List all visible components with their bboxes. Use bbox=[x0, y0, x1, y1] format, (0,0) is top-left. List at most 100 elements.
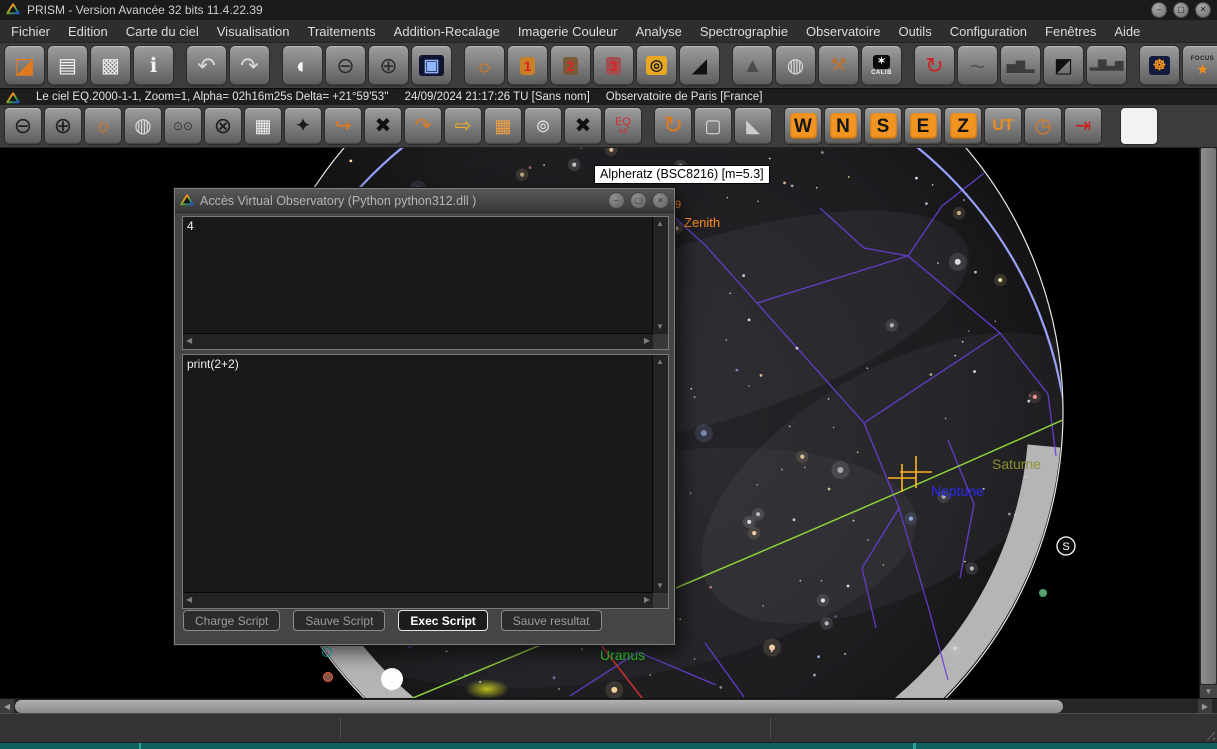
camera-3-button[interactable]: 3 bbox=[593, 45, 634, 86]
scroll-down-icon[interactable]: ▼ bbox=[656, 323, 664, 331]
info-button[interactable]: ℹ bbox=[133, 45, 174, 86]
resize-grip[interactable] bbox=[1203, 728, 1215, 740]
dialog-close-button[interactable]: ✕ bbox=[652, 192, 669, 209]
menu-visualisation[interactable]: Visualisation bbox=[208, 20, 299, 42]
menu-carte-du-ciel[interactable]: Carte du ciel bbox=[117, 20, 208, 42]
redo-button[interactable]: ↷ bbox=[229, 45, 270, 86]
open-image-button[interactable]: ◪ bbox=[4, 45, 45, 86]
scroll-right-icon[interactable]: ▶ bbox=[644, 596, 650, 604]
direction-east-button[interactable]: E bbox=[904, 107, 942, 145]
sky-eq-az-button[interactable]: EQAZ bbox=[604, 107, 642, 145]
undo-button[interactable]: ↶ bbox=[186, 45, 227, 86]
script-input-area[interactable]: print(2+2) ▲ ▼ ◀ ▶ bbox=[182, 354, 669, 609]
direction-west-button[interactable]: W bbox=[784, 107, 822, 145]
menu-aide[interactable]: Aide bbox=[1105, 20, 1149, 42]
charge-script-button[interactable]: Charge Script bbox=[183, 610, 280, 631]
sky-compute-button[interactable]: ☼ bbox=[84, 107, 122, 145]
scroll-down-icon[interactable]: ▼ bbox=[1200, 685, 1217, 698]
save-button[interactable]: ▤ bbox=[47, 45, 88, 86]
sky-vertical-scrollbar-thumb[interactable] bbox=[1201, 148, 1216, 684]
universal-time-button[interactable]: UT bbox=[984, 107, 1022, 145]
sky-flip-button[interactable]: ↪ bbox=[324, 107, 362, 145]
menu-configuration[interactable]: Configuration bbox=[941, 20, 1036, 42]
scroll-up-icon[interactable]: ▲ bbox=[656, 358, 664, 366]
scroll-left-icon[interactable]: ◀ bbox=[186, 337, 192, 345]
scroll-down-icon[interactable]: ▼ bbox=[656, 582, 664, 590]
script-output-area[interactable]: 4 ▲ ▼ ◀ ▶ bbox=[182, 216, 669, 350]
color-swatch[interactable] bbox=[1120, 107, 1158, 145]
star-globe-button[interactable]: ◍ bbox=[775, 45, 816, 86]
menu-spectrographie[interactable]: Spectrographie bbox=[691, 20, 797, 42]
sky-zoom-in-button[interactable]: ⊕ bbox=[44, 107, 82, 145]
menu-edition[interactable]: Edition bbox=[59, 20, 117, 42]
image-operations-button[interactable]: ▩ bbox=[90, 45, 131, 86]
calib-button[interactable]: ✶CALIB bbox=[861, 45, 902, 86]
sky-search-button[interactable]: ⊙⊙ bbox=[164, 107, 202, 145]
output-vertical-scrollbar[interactable]: ▲ ▼ bbox=[652, 217, 668, 334]
sky-vertical-scrollbar[interactable]: ▼ bbox=[1199, 148, 1217, 698]
contrast-button[interactable]: ◐ bbox=[282, 45, 323, 86]
sky-measure-button[interactable]: ◣ bbox=[734, 107, 772, 145]
menu-fichier[interactable]: Fichier bbox=[2, 20, 59, 42]
curve-button[interactable]: ~ bbox=[957, 45, 998, 86]
dialog-minimize-button[interactable]: – bbox=[608, 192, 625, 209]
zoom-out-button[interactable]: ⊖ bbox=[325, 45, 366, 86]
scroll-right-icon[interactable]: ▶ bbox=[644, 337, 650, 345]
scroll-left-icon[interactable]: ◀ bbox=[186, 596, 192, 604]
tools-wrench-button[interactable]: ⚒ bbox=[818, 45, 859, 86]
sky-zoom-out-button[interactable]: ⊖ bbox=[4, 107, 42, 145]
histogram-profile-button[interactable]: ▂▇▃▆ bbox=[1086, 45, 1127, 86]
sky-center-button[interactable]: ✖ bbox=[364, 107, 402, 145]
window-titlebar[interactable]: PRISM - Version Avancée 32 bits 11.4.22.… bbox=[0, 0, 1217, 20]
histogram-3d-button[interactable]: ▅▇▂ bbox=[1000, 45, 1041, 86]
sky-solar-system-button[interactable]: ⊚ bbox=[524, 107, 562, 145]
slice-profile-button[interactable]: ◩ bbox=[1043, 45, 1084, 86]
minimize-button[interactable]: – bbox=[1151, 2, 1167, 18]
sauve-resultat-button[interactable]: Sauve resultat bbox=[501, 610, 602, 631]
blink-button[interactable]: ↻ bbox=[914, 45, 955, 86]
scroll-left-icon[interactable]: ◀ bbox=[0, 699, 14, 714]
menu-analyse[interactable]: Analyse bbox=[627, 20, 691, 42]
sky-refresh-button[interactable]: ↻ bbox=[654, 107, 692, 145]
sky-collapse-button[interactable]: ✖ bbox=[564, 107, 602, 145]
direction-south-button[interactable]: S bbox=[864, 107, 902, 145]
input-vertical-scrollbar[interactable]: ▲ ▼ bbox=[652, 355, 668, 593]
exec-script-button[interactable]: Exec Script bbox=[398, 610, 487, 631]
goto-end-button[interactable]: ⇥ bbox=[1064, 107, 1102, 145]
direction-zenith-button[interactable]: Z bbox=[944, 107, 982, 145]
output-horizontal-scrollbar[interactable]: ◀ ▶ bbox=[183, 333, 653, 349]
input-horizontal-scrollbar[interactable]: ◀ ▶ bbox=[183, 592, 653, 608]
sky-step-button[interactable]: ⇨ bbox=[444, 107, 482, 145]
menu-imagerie-couleur[interactable]: Imagerie Couleur bbox=[509, 20, 627, 42]
sky-delete-button[interactable]: ⊗ bbox=[204, 107, 242, 145]
scroll-right-icon[interactable]: ▶ bbox=[1198, 699, 1212, 714]
sky-chart-view[interactable]: Zenith9SaturneNeptuneUranusS Accès Virtu… bbox=[0, 148, 1217, 698]
observatory-remote-button[interactable]: ☸ bbox=[1139, 45, 1180, 86]
camera-2-button[interactable]: 2 bbox=[550, 45, 591, 86]
dialog-titlebar[interactable]: Accès Virtual Observatory (Python python… bbox=[175, 189, 674, 213]
menu-traitements[interactable]: Traitements bbox=[299, 20, 385, 42]
sauve-script-button[interactable]: Sauve Script bbox=[293, 610, 385, 631]
sky-resize-button[interactable]: ✦ bbox=[284, 107, 322, 145]
direction-north-button[interactable]: N bbox=[824, 107, 862, 145]
pointing-scope-button[interactable]: ◢ bbox=[679, 45, 720, 86]
menu-fen-tres[interactable]: Fenêtres bbox=[1036, 20, 1105, 42]
clock-button[interactable]: ◷ bbox=[1024, 107, 1062, 145]
menu-outils[interactable]: Outils bbox=[889, 20, 940, 42]
image-preview-button[interactable]: ▣ bbox=[411, 45, 452, 86]
scroll-up-icon[interactable]: ▲ bbox=[656, 220, 664, 228]
camera-1-button[interactable]: 1 bbox=[507, 45, 548, 86]
dialog-maximize-button[interactable]: ▢ bbox=[630, 192, 647, 209]
zoom-in-button[interactable]: ⊕ bbox=[368, 45, 409, 86]
maximize-button[interactable]: ▢ bbox=[1173, 2, 1189, 18]
sky-horizontal-scrollbar[interactable]: ◀ ▶ bbox=[0, 698, 1217, 713]
menu-observatoire[interactable]: Observatoire bbox=[797, 20, 889, 42]
process-gear-button[interactable]: ☼ bbox=[464, 45, 505, 86]
close-button[interactable]: ✕ bbox=[1195, 2, 1211, 18]
sky-globe-button[interactable]: ◍ bbox=[124, 107, 162, 145]
sky-horizontal-scrollbar-thumb[interactable] bbox=[15, 700, 1063, 713]
menu-addition-recalage[interactable]: Addition-Recalage bbox=[385, 20, 509, 42]
sky-select-button[interactable]: ▢ bbox=[694, 107, 732, 145]
sky-ephemeris-button[interactable]: ▦ bbox=[484, 107, 522, 145]
focus-button[interactable]: FOCUS★ bbox=[1182, 45, 1217, 86]
